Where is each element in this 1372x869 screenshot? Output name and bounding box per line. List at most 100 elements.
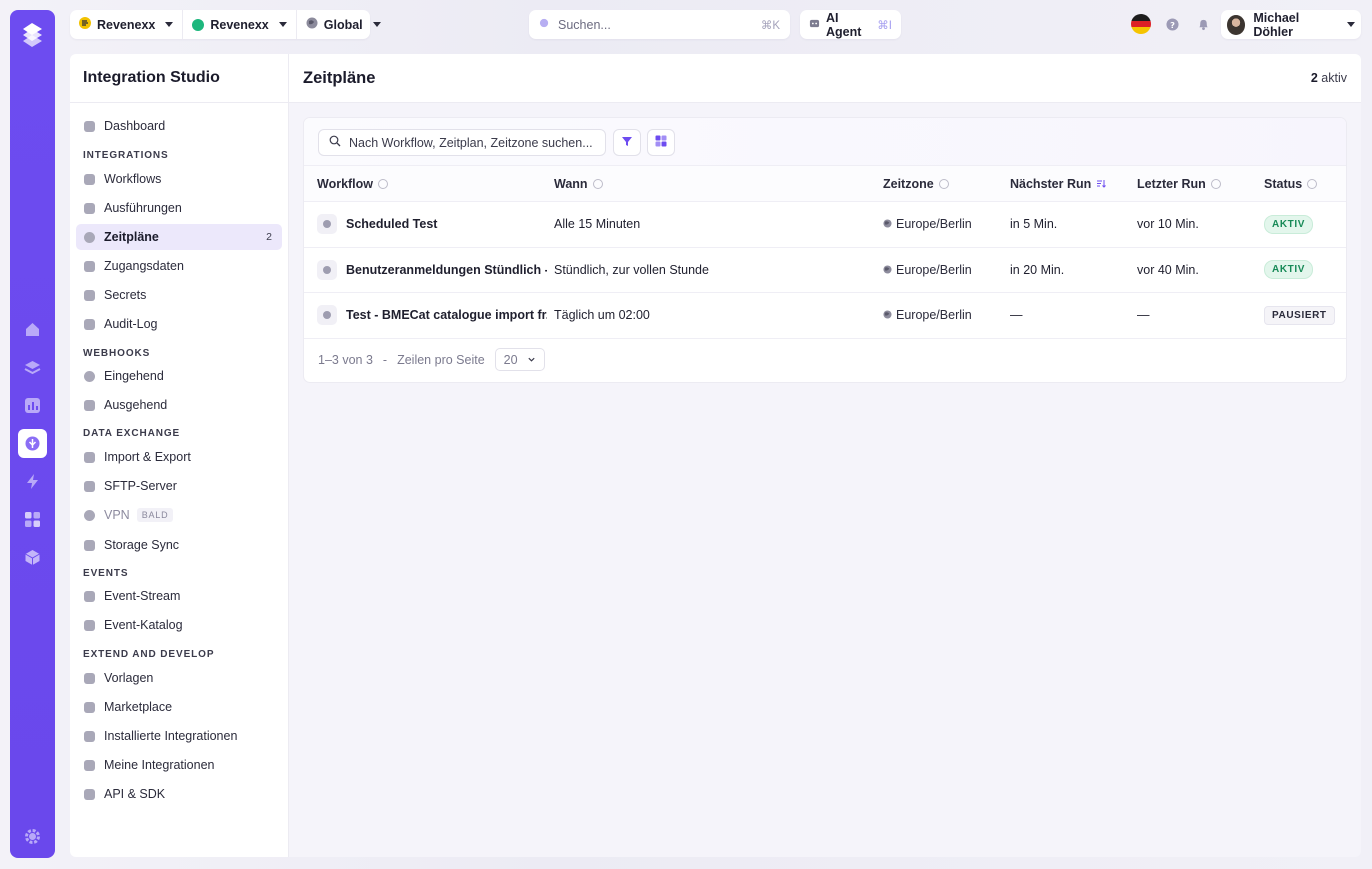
sort-ascending-icon — [1096, 177, 1107, 191]
sidebar: Integration Studio Dashboard INTEGRATION… — [70, 54, 289, 857]
sidebar-item-label: Meine Integrationen — [104, 758, 215, 772]
workflow-cell[interactable]: Scheduled Test — [317, 202, 547, 247]
sidebar-item-outgoing[interactable]: Ausgehend — [76, 392, 282, 418]
sort-icon — [378, 179, 389, 189]
table-search-placeholder: Nach Workflow, Zeitplan, Zeitzone suchen… — [349, 135, 593, 150]
table-header: Workflow Wann Zeitzone Nächster Run Letz… — [304, 166, 1346, 202]
column-header-status[interactable]: Status — [1264, 166, 1318, 202]
table-row[interactable]: Test - BMECat catalogue import fr... Täg… — [304, 293, 1346, 339]
sidebar-item-label: SFTP-Server — [104, 479, 177, 493]
column-label: Zeitzone — [883, 177, 934, 191]
clock-icon — [317, 214, 337, 235]
column-header-next-run[interactable]: Nächster Run — [1010, 166, 1107, 202]
user-menu[interactable]: Michael Döhler — [1221, 10, 1361, 39]
sidebar-item-api-sdk[interactable]: API & SDK — [76, 781, 282, 807]
timezone-cell: Europe/Berlin — [883, 248, 972, 293]
workspace-selector[interactable]: Revenexx — [182, 10, 295, 39]
app-logo-icon[interactable] — [18, 20, 47, 50]
sort-icon — [1210, 179, 1221, 189]
sidebar-item-label: Event-Katalog — [104, 618, 183, 632]
active-count-label: aktiv — [1321, 71, 1347, 85]
status-badge: AKTIV — [1264, 214, 1313, 234]
workspace-name: Revenexx — [210, 17, 269, 32]
section-webhooks: WEBHOOKS — [83, 348, 151, 359]
status-cell: PAUSIERT — [1264, 293, 1335, 338]
pagination: 1–3 von 3 - Zeilen pro Seite 20 — [318, 348, 545, 371]
analytics-icon[interactable] — [18, 391, 47, 420]
column-header-workflow[interactable]: Workflow — [317, 166, 389, 202]
layers-icon[interactable] — [18, 353, 47, 382]
column-header-timezone[interactable]: Zeitzone — [883, 166, 949, 202]
sidebar-item-templates[interactable]: Vorlagen — [76, 665, 282, 691]
storage-icon — [84, 539, 95, 551]
workflow-icon — [84, 173, 95, 185]
globe-icon — [883, 263, 892, 277]
apps-grid-icon[interactable] — [18, 505, 47, 534]
sidebar-item-my-integrations[interactable]: Meine Integrationen — [76, 752, 282, 778]
sidebar-item-credentials[interactable]: Zugangsdaten — [76, 253, 282, 279]
column-header-last-run[interactable]: Letzter Run — [1137, 166, 1221, 202]
integration-studio-icon[interactable] — [18, 429, 47, 458]
sidebar-item-label: Zugangsdaten — [104, 259, 184, 273]
table-row[interactable]: Benutzeranmeldungen Stündlich - ... Stün… — [304, 248, 1346, 293]
view-options-button[interactable] — [647, 129, 675, 156]
user-name: Michael Döhler — [1253, 10, 1300, 39]
rows-per-page-label: Zeilen pro Seite — [397, 352, 485, 367]
page-header: Zeitpläne 2 aktiv — [289, 54, 1361, 103]
chevron-down-icon — [1347, 22, 1355, 27]
notifications-bell-icon[interactable] — [1193, 14, 1213, 34]
package-icon[interactable] — [18, 543, 47, 572]
vpn-icon — [84, 509, 95, 521]
workspace-switcher: Revenexx Revenexx Global — [70, 10, 381, 39]
home-icon[interactable] — [18, 315, 47, 344]
sidebar-item-marketplace[interactable]: Marketplace — [76, 694, 282, 720]
sidebar-item-schedules[interactable]: Zeitpläne 2 — [76, 224, 282, 250]
import-export-icon — [84, 451, 95, 463]
sidebar-item-label: Storage Sync — [104, 538, 180, 552]
help-icon[interactable]: ? — [1162, 14, 1182, 34]
last-run-cell: vor 10 Min. — [1137, 217, 1199, 232]
clock-icon — [317, 305, 337, 326]
filter-funnel-icon — [621, 135, 633, 150]
language-flag-de-icon[interactable] — [1131, 14, 1151, 34]
table-search-input[interactable]: Nach Workflow, Zeitplan, Zeitzone suchen… — [318, 129, 606, 156]
sidebar-item-event-catalog[interactable]: Event-Katalog — [76, 612, 282, 638]
workflow-cell[interactable]: Test - BMECat catalogue import fr... — [317, 293, 547, 338]
sidebar-item-sftp[interactable]: SFTP-Server — [76, 473, 282, 499]
sort-icon — [938, 179, 949, 189]
sidebar-item-vpn[interactable]: VPN BALD — [76, 502, 282, 528]
scope-selector[interactable]: Global — [295, 10, 390, 39]
sidebar-item-label: Zeitpläne — [104, 230, 159, 244]
global-search[interactable]: Suchen... ⌘K — [529, 10, 790, 39]
sidebar-item-audit-log[interactable]: Audit-Log — [76, 311, 282, 337]
sidebar-item-executions[interactable]: Ausführungen — [76, 195, 282, 221]
workflow-cell[interactable]: Benutzeranmeldungen Stündlich - ... — [317, 248, 547, 293]
sidebar-item-installed[interactable]: Installierte Integrationen — [76, 723, 282, 749]
rows-per-page-select[interactable]: 20 — [494, 348, 545, 371]
page-title: Zeitpläne — [303, 68, 376, 87]
sidebar-item-label: Dashboard — [104, 119, 166, 133]
settings-gear-icon[interactable] — [18, 822, 47, 851]
sidebar-item-import-export[interactable]: Import & Export — [76, 444, 282, 470]
sidebar-item-incoming[interactable]: Eingehend — [76, 363, 282, 389]
ai-agent-shortcut: ⌘I — [877, 19, 892, 32]
sidebar-item-dashboard[interactable]: Dashboard — [76, 113, 282, 139]
filter-button[interactable] — [613, 129, 641, 156]
sidebar-item-secrets[interactable]: Secrets — [76, 282, 282, 308]
ai-agent-button[interactable]: AI Agent ⌘I — [800, 10, 901, 39]
sidebar-item-workflows[interactable]: Workflows — [76, 166, 282, 192]
installed-layers-icon — [84, 730, 95, 742]
column-header-when[interactable]: Wann — [554, 166, 603, 202]
event-stream-icon — [84, 590, 95, 602]
sidebar-item-storage-sync[interactable]: Storage Sync — [76, 532, 282, 558]
automation-bolt-icon[interactable] — [18, 467, 47, 496]
search-icon — [539, 18, 550, 32]
sidebar-item-event-stream[interactable]: Event-Stream — [76, 583, 282, 609]
table-row[interactable]: Scheduled Test Alle 15 Minuten Europe/Be… — [304, 202, 1346, 248]
sidebar-item-label: Secrets — [104, 288, 147, 302]
org-selector[interactable]: Revenexx — [70, 10, 182, 39]
sidebar-item-label: Event-Stream — [104, 589, 181, 603]
table-toolbar: Nach Workflow, Zeitplan, Zeitzone suchen… — [304, 118, 1346, 166]
section-integrations: INTEGRATIONS — [83, 150, 169, 161]
section-data-exchange: DATA EXCHANGE — [83, 428, 181, 439]
